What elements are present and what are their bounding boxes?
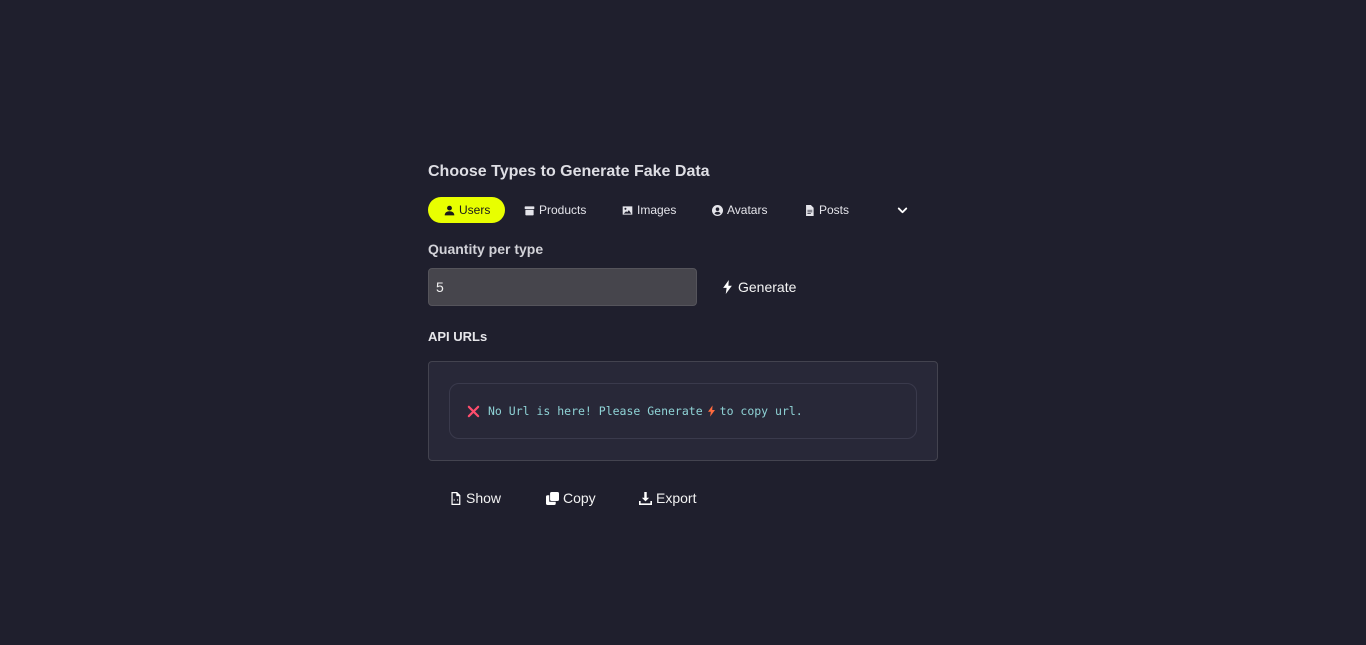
show-button[interactable]: Show: [449, 488, 501, 508]
type-users-label: Users: [459, 203, 491, 217]
generate-button-label: Generate: [738, 279, 797, 295]
api-urls-label: API URLs: [428, 329, 488, 344]
file-icon: [806, 204, 814, 216]
export-button-label: Export: [656, 490, 697, 506]
type-products-label: Products: [539, 203, 587, 217]
more-types-button[interactable]: [897, 197, 908, 223]
export-button[interactable]: Export: [639, 488, 696, 508]
bolt-icon: [707, 405, 715, 417]
api-url-empty-state: No Url is here! Please Generate to copy …: [449, 383, 917, 439]
image-icon: [622, 205, 633, 215]
actions-bar: Show Copy Export: [428, 488, 938, 508]
quantity-label: Quantity per type: [428, 241, 544, 257]
type-images-label: Images: [637, 203, 677, 217]
copy-button[interactable]: Copy: [546, 488, 596, 508]
type-posts[interactable]: Posts: [804, 197, 849, 223]
generate-button[interactable]: Generate: [722, 268, 796, 306]
download-icon: [639, 491, 652, 505]
avatar-icon: [712, 204, 723, 216]
file-code-icon: [451, 491, 461, 505]
copy-button-label: Copy: [563, 490, 596, 506]
empty-message-start: No Url is here! Please Generate: [488, 404, 703, 418]
close-icon: [467, 405, 480, 417]
user-icon: [444, 205, 455, 215]
type-avatars[interactable]: Avatars: [712, 197, 767, 223]
type-posts-label: Posts: [819, 203, 850, 217]
quantity-input[interactable]: [428, 268, 697, 306]
empty-message-end: to copy url.: [719, 404, 803, 418]
type-users[interactable]: Users: [428, 197, 506, 223]
quantity-row: Generate: [428, 268, 938, 307]
copy-icon: [546, 491, 559, 505]
page-title: Choose Types to Generate Fake Data: [428, 163, 710, 180]
api-urls-box: No Url is here! Please Generate to copy …: [428, 361, 938, 461]
chevron-down-icon: [897, 207, 908, 213]
type-selector: Users Products Images Avatars Posts: [428, 197, 938, 223]
bolt-icon: [723, 280, 732, 294]
type-products[interactable]: Products: [524, 197, 586, 223]
generator-panel: Choose Types to Generate Fake Data Users…: [428, 160, 938, 508]
type-images[interactable]: Images: [622, 197, 676, 223]
show-button-label: Show: [466, 490, 502, 506]
type-avatars-label: Avatars: [727, 203, 768, 217]
box-icon: [524, 205, 535, 215]
